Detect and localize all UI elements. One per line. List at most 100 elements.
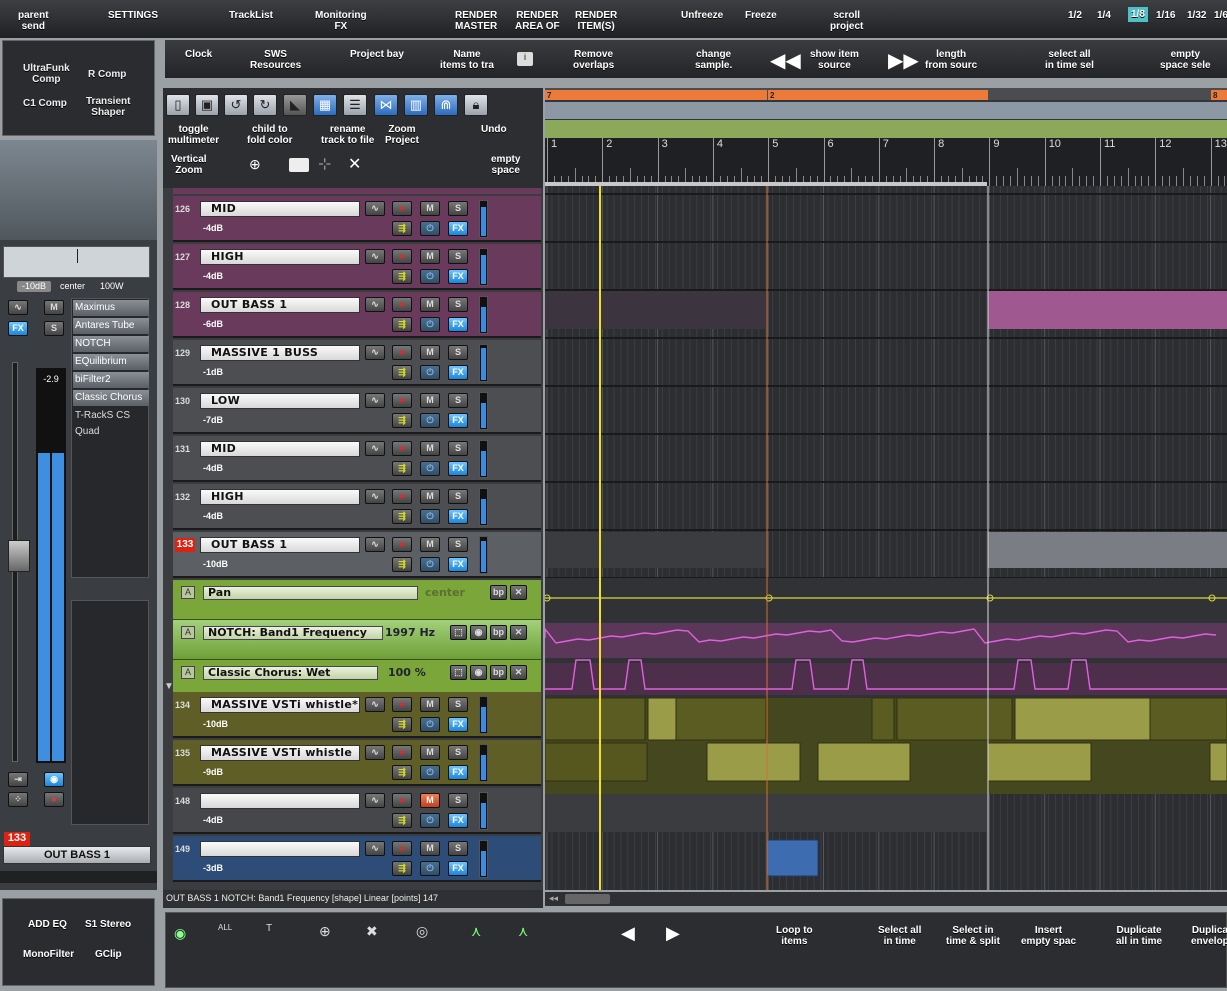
record-arm-button[interactable]: ● [392,697,412,712]
phase-icon[interactable]: ⏻ [420,717,440,732]
toolbar2-button-5[interactable]: change sample. [695,49,732,71]
record-arm-button[interactable]: ● [392,201,412,216]
toolbar-button-1[interactable]: SETTINGS [108,10,158,21]
solo-button[interactable]: S [448,841,468,856]
record-arm-button[interactable]: ● [392,489,412,504]
mixer-solo-button[interactable]: S [44,321,64,336]
toolbar-button-0[interactable]: parent send [18,10,49,32]
tool-label-6[interactable]: empty space [491,154,520,176]
close-envelope-icon[interactable]: ✕ [510,665,527,680]
link-icon[interactable]: ⬚ [450,625,467,640]
io-icon[interactable]: ⇶ [392,317,412,332]
automation-icon[interactable]: A [181,666,195,679]
toolbar2-button-7[interactable]: length from sourc [925,49,977,71]
record-arm-button[interactable]: ● [392,297,412,312]
env-icon[interactable]: ∿ [365,745,385,760]
folder-icon[interactable] [289,158,309,172]
toolbar2-button-3[interactable]: Name items to tra [440,49,494,71]
tool-label-2[interactable]: rename track to file [321,124,374,146]
snap-icon[interactable]: ⋈ [374,94,398,116]
fx-button[interactable]: FX [448,413,468,428]
mute-button[interactable]: M [420,841,440,856]
region-2[interactable]: 2 [768,90,988,100]
routing-icon[interactable]: ⁘ [8,792,28,807]
track-132[interactable]: 132 HIGH -4dB ∿ ● M S ⇶ ⏻ FX [173,484,541,530]
track-name-field[interactable]: OUT BASS 1 [200,297,360,313]
io-icon[interactable]: ⇶ [392,813,412,828]
track-135[interactable]: 135 MASSIVE VSTi whistle -9dB ∿ ● M S ⇶ ⏻ FX [173,740,541,786]
rewind-icon[interactable]: ◀◀ [770,48,801,73]
io-icon[interactable]: ⇶ [392,509,412,524]
track-149[interactable]: 149 -3dB ∿ ● M S ⇶ ⏻ FX [173,836,541,882]
track-127[interactable]: 127 HIGH -4dB ∿ ● M S ⇶ ⏻ FX [173,244,541,290]
solo-button[interactable]: S [448,249,468,264]
toolbar-button-4[interactable]: RENDER MASTER [455,10,497,32]
lock-icon[interactable]: 🔒︎ [464,94,488,116]
fx-slot-2[interactable]: NOTCH [73,336,149,352]
env-icon[interactable]: ∿ [365,841,385,856]
phase-icon[interactable]: ⏻ [420,221,440,236]
fx-button[interactable]: FX [448,269,468,284]
toolbar2-button-2[interactable]: Project bay [350,49,404,60]
phase-icon[interactable]: ⏻ [420,557,440,572]
io-icon[interactable]: ⇶ [392,765,412,780]
io-icon[interactable]: ⇶ [392,717,412,732]
volume-fader[interactable] [8,540,30,572]
bypass-button[interactable]: bp [490,585,507,600]
phase-icon[interactable]: ⏻ [420,413,440,428]
mute-button[interactable]: M [420,537,440,552]
bypass-button[interactable]: bp [490,625,507,640]
track-name-field[interactable]: MASSIVE 1 BUSS [200,345,360,361]
fx-button[interactable]: FX [448,317,468,332]
redo-icon[interactable]: ↻ [253,94,277,116]
bottom-button-1[interactable]: Select all in time [878,925,921,947]
horizontal-scrollbar[interactable]: ◂◂ [545,892,1227,906]
envelope-lane-1[interactable]: A NOTCH: Band1 Frequency 1997 Hz ⬚ ◉ bp ✕ [173,620,541,660]
new-file-icon[interactable]: ▯ [166,94,190,116]
toolbar-button-3[interactable]: Monitoring FX [315,10,367,32]
record-arm-button[interactable]: ● [392,249,412,264]
record-arm-button[interactable]: ● [392,345,412,360]
close-icon[interactable]: ✕ [348,154,361,174]
fx-button[interactable]: FX [448,461,468,476]
env-icon[interactable]: ∿ [365,345,385,360]
tool-label-5[interactable]: Vertical Zoom [171,154,207,176]
fx-slot-4[interactable]: biFilter2 [73,372,149,388]
fold-arrow-icon[interactable]: ▼ [164,681,174,692]
grid-view-icon[interactable]: ▦ [313,94,337,116]
toolbar2-button-1[interactable]: SWS Resources [250,49,301,71]
fx-button[interactable]: FX [448,365,468,380]
phase-icon[interactable]: ⏻ [420,509,440,524]
fx-shortcut-1[interactable]: R Comp [88,69,126,80]
solo-button[interactable]: S [448,697,468,712]
track-133[interactable]: 133 OUT BASS 1 -10dB ∿ ● M S ⇶ ⏻ FX [173,532,541,578]
fx-button[interactable]: FX [448,557,468,572]
prev-arrow-icon[interactable]: ◀ [621,923,635,944]
io-icon[interactable]: ⇶ [392,461,412,476]
arrange-view[interactable]: 7 2 8 1 2 3 4 5 6 7 8 9 10 11 12 13 [545,88,1227,890]
env-icon[interactable]: ∿ [365,697,385,712]
record-arm-button[interactable]: ● [392,793,412,808]
solo-button[interactable]: S [448,793,468,808]
solo-button[interactable]: S [448,345,468,360]
mute-button[interactable]: M [420,489,440,504]
track-name-field[interactable]: OUT BASS 1 [200,537,360,553]
bottom-button-3[interactable]: Insert empty spac [1021,925,1076,947]
track-name-field[interactable] [200,793,360,809]
toolbar2-button-0[interactable]: Clock [185,49,212,60]
track-130[interactable]: 130 LOW -7dB ∿ ● M S ⇶ ⏻ FX [173,388,541,434]
fast-forward-icon[interactable]: ▶▶ [888,48,919,73]
fx-button[interactable]: FX [448,221,468,236]
toolbar-button-2[interactable]: TrackList [229,10,273,21]
timeline-ruler[interactable]: 1 2 3 4 5 6 7 8 9 10 11 12 13 [545,138,1227,186]
env-icon[interactable]: ∿ [365,537,385,552]
close-envelope-icon[interactable]: ✕ [510,625,527,640]
track-name-field[interactable]: HIGH [200,489,360,505]
record-arm-button[interactable]: ● [392,537,412,552]
point-right-icon[interactable]: ⋏ [518,923,528,940]
bypass-button[interactable]: bp [490,665,507,680]
tool-label-1[interactable]: child to fold color [247,124,293,146]
next-arrow-icon[interactable]: ▶ [666,923,680,944]
track-name-field[interactable]: MASSIVE VSTi whistle* [200,697,360,713]
phase-icon[interactable]: ⏻ [420,813,440,828]
